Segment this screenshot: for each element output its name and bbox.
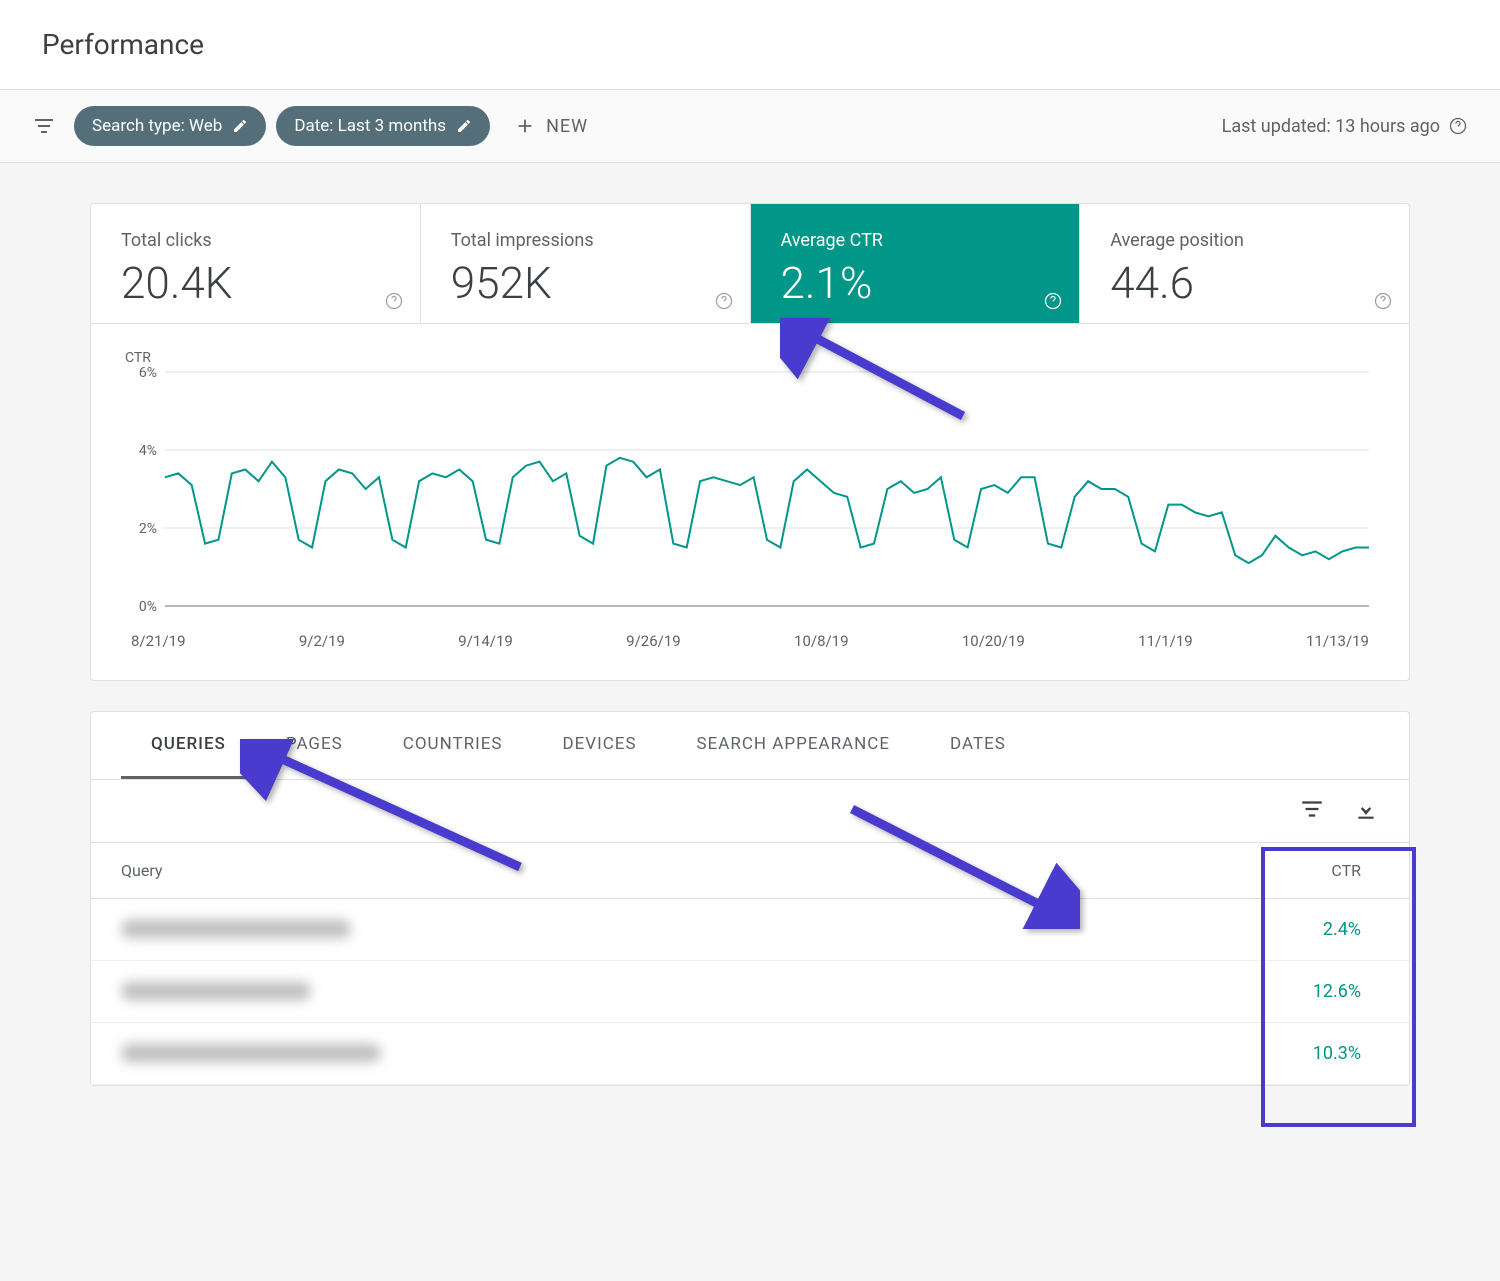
metric-box-average-ctr[interactable]: Average CTR 2.1%	[751, 204, 1081, 323]
filter-icon[interactable]	[32, 114, 56, 138]
table-filter-icon[interactable]	[1299, 796, 1325, 826]
download-icon[interactable]	[1353, 796, 1379, 826]
table-header: Query CTR	[91, 843, 1409, 899]
tab-devices[interactable]: DEVICES	[532, 712, 666, 779]
metric-box-total-impressions[interactable]: Total impressions 952K	[421, 204, 751, 323]
data-table-card: QUERIESPAGESCOUNTRIESDEVICESSEARCH APPEA…	[90, 711, 1410, 1086]
help-icon[interactable]	[384, 291, 404, 311]
svg-text:0%: 0%	[139, 599, 157, 615]
x-tick: 8/21/19	[131, 632, 186, 650]
query-table: Query CTR redacted2.4%redacted12.6%redac…	[91, 843, 1409, 1085]
metrics-row: Total clicks 20.4K Total impressions 952K Av…	[91, 204, 1409, 324]
query-cell: redacted	[121, 920, 1239, 939]
pencil-icon	[232, 118, 248, 134]
svg-text:2%: 2%	[139, 521, 157, 537]
last-updated-text: Last updated: 13 hours ago	[1222, 116, 1440, 137]
x-tick: 9/14/19	[458, 632, 513, 650]
tabs-row: QUERIESPAGESCOUNTRIESDEVICESSEARCH APPEA…	[91, 712, 1409, 780]
ctr-cell: 12.6%	[1239, 981, 1379, 1002]
chart-ylabel: CTR	[125, 350, 1379, 366]
metric-label: Total impressions	[451, 230, 720, 251]
ctr-line-chart: 0% 2% 4% 6%	[121, 366, 1379, 626]
metric-value: 20.4K	[121, 257, 390, 309]
table-row[interactable]: redacted2.4%	[91, 899, 1409, 961]
table-tools	[91, 780, 1409, 843]
x-tick: 9/2/19	[299, 632, 345, 650]
x-tick: 10/20/19	[962, 632, 1025, 650]
x-tick: 10/8/19	[794, 632, 849, 650]
table-row[interactable]: redacted12.6%	[91, 961, 1409, 1023]
help-icon[interactable]	[1043, 291, 1063, 311]
col-query-header[interactable]: Query	[121, 861, 1239, 880]
metric-box-total-clicks[interactable]: Total clicks 20.4K	[91, 204, 421, 323]
page-header: Performance	[0, 0, 1500, 90]
chart-area: CTR 0% 2% 4% 6% 8/21/19 9/2/19 9/14/19 9/26/19…	[91, 324, 1409, 680]
chip-label: Search type: Web	[92, 116, 222, 136]
ctr-cell: 10.3%	[1239, 1043, 1379, 1064]
filter-bar: Search type: Web Date: Last 3 months NEW…	[0, 90, 1500, 163]
svg-text:6%: 6%	[139, 366, 157, 381]
table-row[interactable]: redacted10.3%	[91, 1023, 1409, 1085]
last-updated: Last updated: 13 hours ago	[1222, 116, 1468, 137]
plus-icon	[514, 115, 536, 137]
ctr-cell: 2.4%	[1239, 919, 1379, 940]
date-range-chip[interactable]: Date: Last 3 months	[276, 106, 490, 146]
metric-box-average-position[interactable]: Average position 44.6	[1080, 204, 1409, 323]
metric-value: 2.1%	[781, 257, 1050, 309]
chip-label: Date: Last 3 months	[294, 116, 446, 136]
new-button-label: NEW	[546, 116, 588, 137]
tab-countries[interactable]: COUNTRIES	[373, 712, 533, 779]
col-ctr-header[interactable]: CTR	[1239, 861, 1379, 880]
metric-label: Average CTR	[781, 230, 1050, 251]
help-icon[interactable]	[714, 291, 734, 311]
metric-value: 952K	[451, 257, 720, 309]
metric-label: Total clicks	[121, 230, 390, 251]
metric-label: Average position	[1110, 230, 1379, 251]
help-icon[interactable]	[1373, 291, 1393, 311]
performance-card: Total clicks 20.4K Total impressions 952K Av…	[90, 203, 1410, 681]
query-cell: redacted	[121, 982, 1239, 1001]
tab-dates[interactable]: DATES	[920, 712, 1036, 779]
help-icon[interactable]	[1448, 116, 1468, 136]
tab-queries[interactable]: QUERIES	[121, 712, 256, 779]
pencil-icon	[456, 118, 472, 134]
search-type-chip[interactable]: Search type: Web	[74, 106, 266, 146]
page-title: Performance	[42, 28, 1458, 61]
svg-text:4%: 4%	[139, 443, 157, 459]
metric-value: 44.6	[1110, 257, 1379, 309]
x-tick: 11/1/19	[1138, 632, 1193, 650]
tab-pages[interactable]: PAGES	[256, 712, 373, 779]
tab-search-appearance[interactable]: SEARCH APPEARANCE	[667, 712, 920, 779]
chart-x-ticks: 8/21/19 9/2/19 9/14/19 9/26/19 10/8/19 10/20/…	[121, 632, 1379, 650]
x-tick: 11/13/19	[1306, 632, 1369, 650]
x-tick: 9/26/19	[626, 632, 681, 650]
new-filter-button[interactable]: NEW	[514, 115, 588, 137]
query-cell: redacted	[121, 1044, 1239, 1063]
table-body: redacted2.4%redacted12.6%redacted10.3%	[91, 899, 1409, 1085]
